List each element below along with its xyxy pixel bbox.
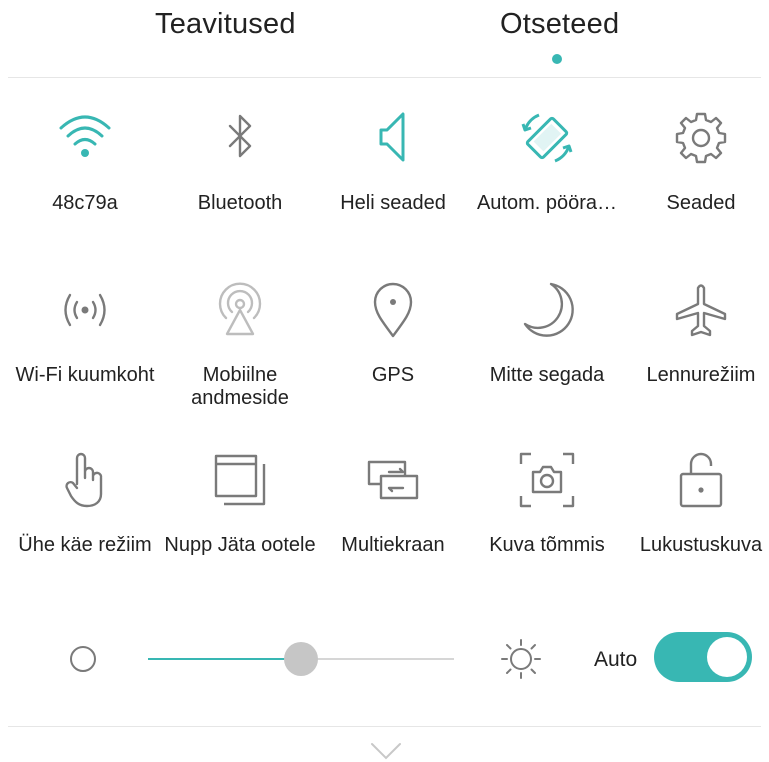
shortcut-label: 48c79a [52,192,118,214]
shortcut-label: Kuva tõmmis [489,534,605,556]
padlock-icon [671,450,731,510]
shortcut-label: Bluetooth [197,192,283,214]
shortcut-label: Mitte segada [489,364,605,386]
sun-icon [500,638,542,680]
brightness-slider-fill [148,658,301,660]
tab-shortcuts[interactable]: Otseteed [500,8,619,41]
hotspot-icon [55,280,115,340]
shortcut-label: Heli seaded [340,192,446,214]
location-pin-icon [363,280,423,340]
moon-icon [517,280,577,340]
mobile-data-icon [210,280,270,340]
airplane-icon [671,280,731,340]
shortcut-label: Ühe käe režiim [18,534,152,556]
auto-rotate-icon [517,108,577,168]
wifi-icon [55,108,115,168]
multi-screen-icon [363,450,423,510]
shortcut-label: Nupp Jäta ootele [164,534,316,556]
shortcut-label: GPS [371,364,415,386]
dim-circle-icon [70,646,96,672]
chevron-down-icon[interactable] [366,742,406,762]
shortcut-label: Mobiilne andmeside [191,364,289,409]
hand-icon [55,450,115,510]
auto-brightness-toggle[interactable] [654,632,752,682]
brightness-row: Auto [0,630,769,690]
shortcut-label: Lukustuskuva [639,534,763,556]
active-tab-indicator [552,54,562,64]
auto-brightness-label: Auto [594,648,638,671]
footer-divider [8,726,761,727]
tab-notifications[interactable]: Teavitused [155,8,296,41]
screenshot-icon [517,450,577,510]
speaker-icon [363,108,423,168]
shortcut-label: Seaded [666,192,736,214]
stacked-windows-icon [210,450,270,510]
gear-icon [671,108,731,168]
shortcut-label: Wi-Fi kuumkoht [15,364,155,386]
shortcut-label: Multiekraan [341,534,445,556]
bluetooth-icon [210,108,270,168]
tab-bar: Teavitused Otseteed [0,0,769,78]
header-divider [8,77,761,78]
brightness-slider[interactable] [148,642,454,676]
toggle-knob [707,637,747,677]
shortcut-label: Lennurežiim [646,364,756,386]
shortcut-label: Autom. pööra… [476,192,618,214]
brightness-slider-thumb[interactable] [284,642,318,676]
